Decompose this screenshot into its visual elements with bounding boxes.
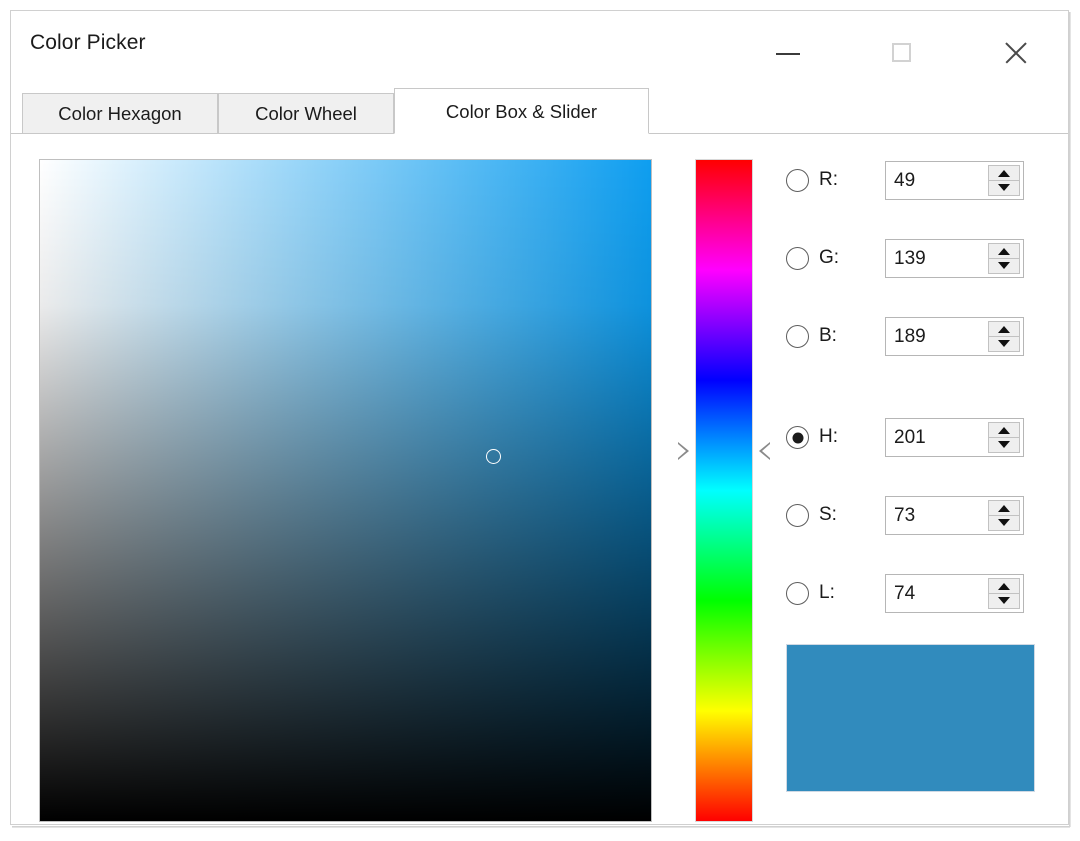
window-shadow-bottom — [12, 826, 1070, 828]
tab-color-wheel[interactable]: Color Wheel — [218, 93, 394, 134]
radio-l[interactable] — [786, 582, 809, 605]
black-gradient-layer — [40, 160, 651, 821]
spinner-down-icon-r[interactable] — [998, 184, 1010, 191]
radio-s[interactable] — [786, 504, 809, 527]
channel-row-l: L: 74 — [781, 572, 1046, 614]
spinner-b[interactable]: 189 — [885, 317, 1024, 356]
close-icon — [1002, 39, 1030, 67]
minimize-button[interactable] — [753, 22, 822, 84]
radio-h[interactable] — [786, 426, 809, 449]
window-border-bottom — [10, 824, 1069, 825]
spinner-h[interactable]: 201 — [885, 418, 1024, 457]
title-bar[interactable]: Color Picker — [11, 11, 1068, 84]
minimize-icon — [776, 53, 800, 55]
tab-panel-color-box-slider: R: 49 G: 139 — [11, 134, 1068, 824]
spinner-divider-l — [989, 593, 1019, 594]
saturation-lightness-box[interactable] — [39, 159, 652, 822]
radio-b[interactable] — [786, 325, 809, 348]
close-button[interactable] — [981, 22, 1050, 84]
color-preview-swatch — [786, 644, 1035, 792]
tab-color-hexagon[interactable]: Color Hexagon — [22, 93, 218, 134]
channel-row-s: S: 73 — [781, 494, 1046, 536]
spinner-down-icon-s[interactable] — [998, 519, 1010, 526]
hue-slider-marker-right[interactable] — [759, 442, 770, 460]
color-picker-window: Color Picker Color Hexagon Color Wheel C… — [0, 0, 1080, 841]
channel-row-r: R: 49 — [781, 159, 1046, 201]
spinner-down-icon-g[interactable] — [998, 262, 1010, 269]
spinner-down-icon-h[interactable] — [998, 441, 1010, 448]
channel-row-h: H: 201 — [781, 416, 1046, 458]
channel-label-s: S: — [819, 503, 837, 527]
spinner-divider-g — [989, 258, 1019, 259]
tab-strip: Color Hexagon Color Wheel Color Box & Sl… — [11, 88, 1068, 134]
window-title: Color Picker — [30, 31, 146, 55]
maximize-icon — [892, 43, 911, 62]
channel-label-b: B: — [819, 324, 837, 348]
spinner-down-icon-l[interactable] — [998, 597, 1010, 604]
tab-color-box-slider[interactable]: Color Box & Slider — [394, 88, 649, 134]
spinner-up-icon-r[interactable] — [998, 170, 1010, 177]
spinner-divider-h — [989, 437, 1019, 438]
spinner-down-icon-b[interactable] — [998, 340, 1010, 347]
channel-label-l: L: — [819, 581, 835, 605]
channel-label-h: H: — [819, 425, 838, 449]
spinner-divider-b — [989, 336, 1019, 337]
channel-row-b: B: 189 — [781, 315, 1046, 357]
spinner-up-icon-l[interactable] — [998, 583, 1010, 590]
channel-label-g: G: — [819, 246, 839, 270]
hue-slider[interactable] — [686, 159, 762, 822]
spinner-value-l: 74 — [894, 575, 915, 612]
channel-label-r: R: — [819, 168, 838, 192]
color-channel-controls: R: 49 G: 139 — [781, 159, 1046, 619]
spinner-s[interactable]: 73 — [885, 496, 1024, 535]
spinner-up-icon-s[interactable] — [998, 505, 1010, 512]
window-shadow-right — [1069, 12, 1071, 827]
spinner-up-icon-h[interactable] — [998, 427, 1010, 434]
spinner-divider-s — [989, 515, 1019, 516]
spinner-up-icon-b[interactable] — [998, 326, 1010, 333]
spinner-buttons-b[interactable] — [988, 321, 1020, 352]
spinner-buttons-r[interactable] — [988, 165, 1020, 196]
spinner-value-b: 189 — [894, 318, 926, 355]
spinner-r[interactable]: 49 — [885, 161, 1024, 200]
spinner-value-s: 73 — [894, 497, 915, 534]
spinner-value-g: 139 — [894, 240, 926, 277]
spinner-g[interactable]: 139 — [885, 239, 1024, 278]
hue-slider-track[interactable] — [695, 159, 753, 822]
radio-r[interactable] — [786, 169, 809, 192]
spinner-value-r: 49 — [894, 162, 915, 199]
spinner-buttons-g[interactable] — [988, 243, 1020, 274]
spinner-up-icon-g[interactable] — [998, 248, 1010, 255]
spinner-divider-r — [989, 180, 1019, 181]
hue-slider-marker-left[interactable] — [678, 442, 689, 460]
color-gradient-area — [40, 160, 651, 821]
spinner-value-h: 201 — [894, 419, 926, 456]
channel-row-g: G: 139 — [781, 237, 1046, 279]
spinner-buttons-h[interactable] — [988, 422, 1020, 453]
radio-g[interactable] — [786, 247, 809, 270]
spinner-buttons-s[interactable] — [988, 500, 1020, 531]
maximize-button[interactable] — [867, 22, 936, 84]
spinner-l[interactable]: 74 — [885, 574, 1024, 613]
spinner-buttons-l[interactable] — [988, 578, 1020, 609]
